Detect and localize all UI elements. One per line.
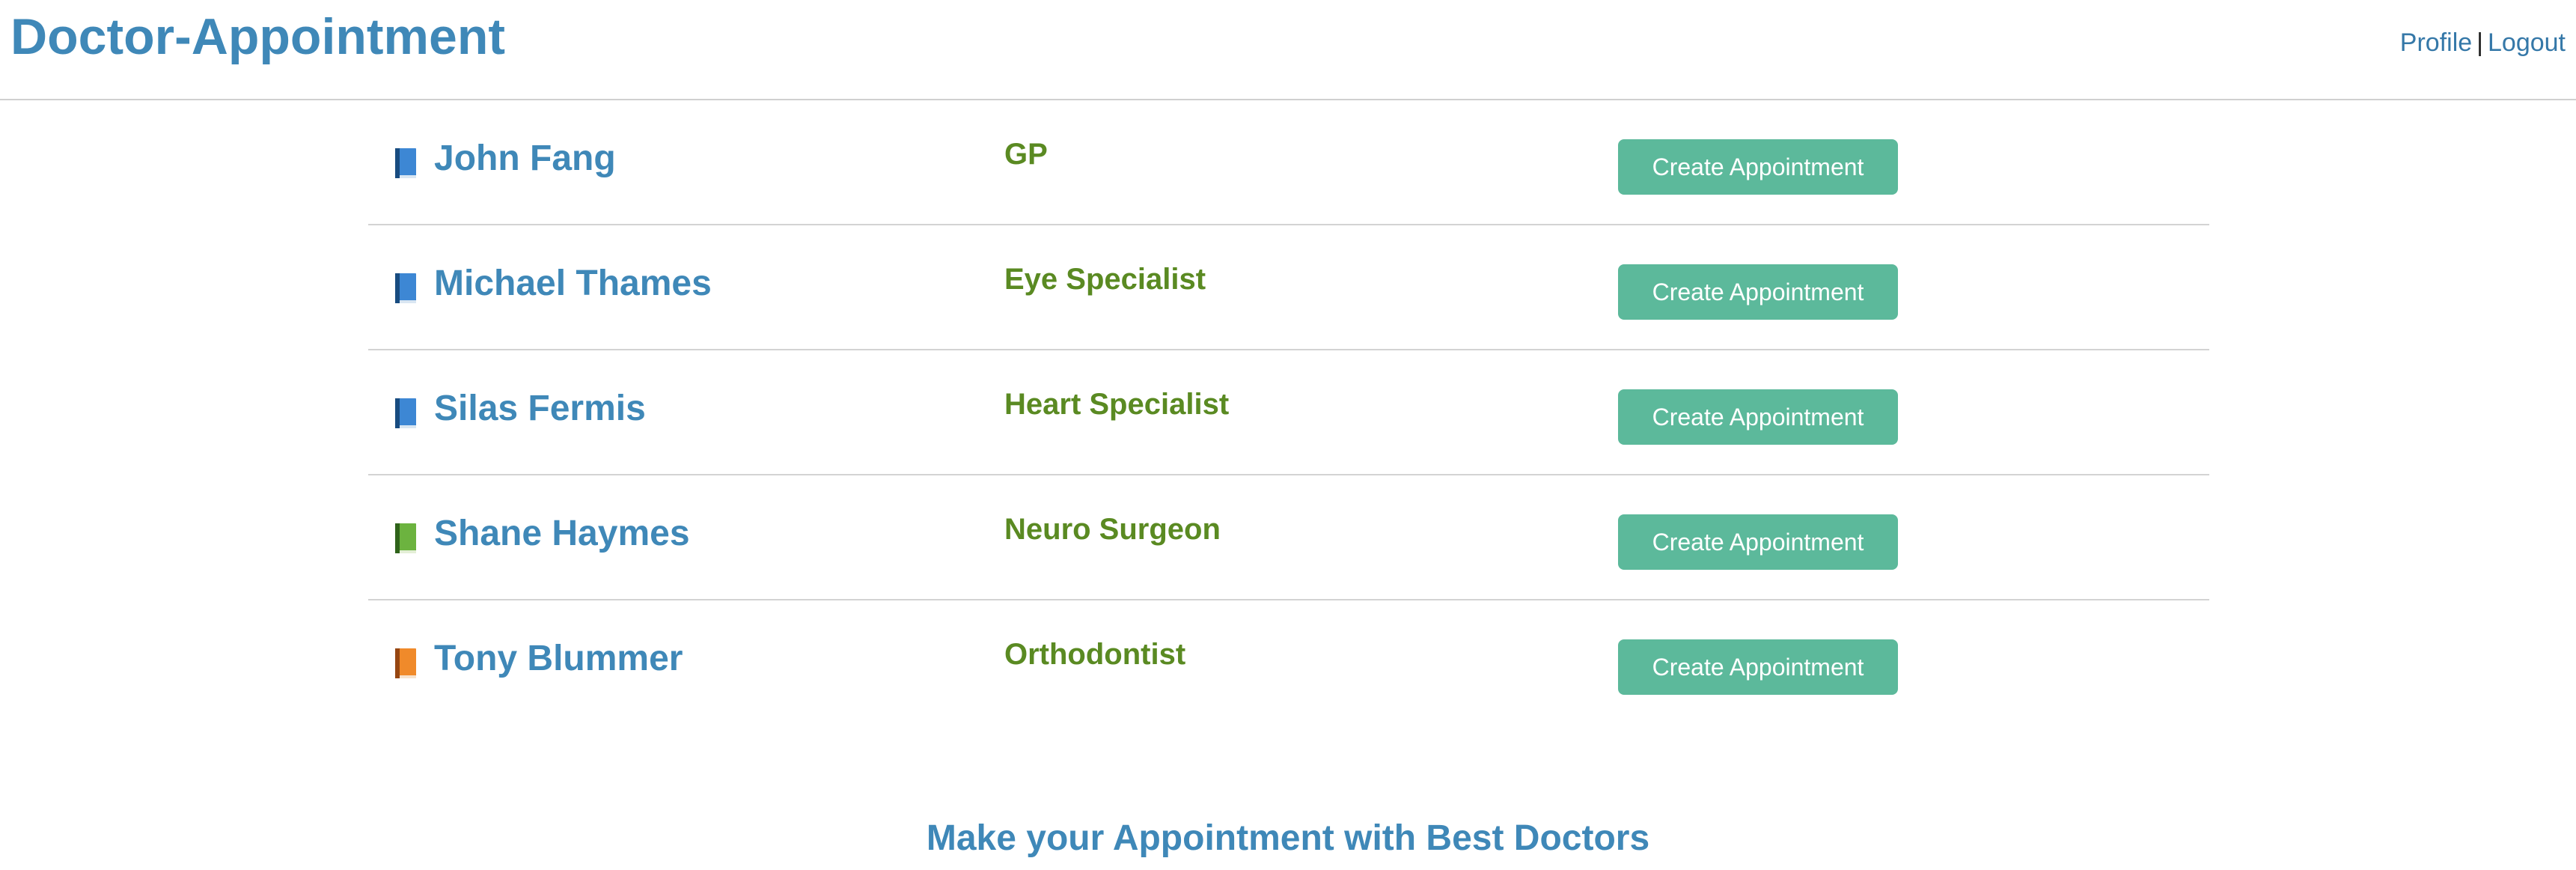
doctor-name[interactable]: Michael Thames [434, 263, 712, 304]
top-nav: Profile | Logout [2400, 28, 2566, 58]
doctor-specialty: Orthodontist [1004, 638, 1186, 671]
create-appointment-button[interactable]: Create Appointment [1618, 514, 1898, 570]
doctor-name[interactable]: Tony Blummer [434, 638, 683, 679]
doctor-specialty: GP [1004, 138, 1048, 171]
create-appointment-button[interactable]: Create Appointment [1618, 139, 1898, 195]
doctor-row: Shane Haymes Neuro Surgeon Create Appoin… [368, 475, 2209, 600]
doctor-specialty: Eye Specialist [1004, 263, 1206, 296]
logout-link[interactable]: Logout [2488, 28, 2566, 57]
doctor-specialty: Neuro Surgeon [1004, 513, 1221, 546]
create-appointment-button[interactable]: Create Appointment [1618, 264, 1898, 320]
doctor-name[interactable]: Shane Haymes [434, 513, 690, 554]
doctor-specialty: Heart Specialist [1004, 388, 1230, 421]
blue-book-icon [395, 398, 416, 428]
doctor-list: John Fang GP Create Appointment Michael … [368, 100, 2209, 725]
doctor-row: John Fang GP Create Appointment [368, 100, 2209, 225]
orange-book-icon [395, 648, 416, 678]
app-header: Doctor-Appointment Profile | Logout [0, 0, 2576, 100]
profile-link[interactable]: Profile [2400, 28, 2472, 57]
doctor-name[interactable]: Silas Fermis [434, 388, 646, 429]
doctor-name[interactable]: John Fang [434, 138, 616, 179]
create-appointment-button[interactable]: Create Appointment [1618, 389, 1898, 445]
create-appointment-button[interactable]: Create Appointment [1618, 639, 1898, 695]
nav-separator: | [2476, 28, 2483, 57]
blue-book-icon [395, 148, 416, 178]
app-title: Doctor-Appointment [10, 8, 506, 65]
doctor-row: Michael Thames Eye Specialist Create App… [368, 225, 2209, 350]
footer-tagline: Make your Appointment with Best Doctors [926, 818, 1650, 858]
doctor-row: Silas Fermis Heart Specialist Create App… [368, 350, 2209, 475]
blue-book-icon [395, 273, 416, 303]
doctor-row: Tony Blummer Orthodontist Create Appoint… [368, 600, 2209, 725]
green-book-icon [395, 523, 416, 553]
